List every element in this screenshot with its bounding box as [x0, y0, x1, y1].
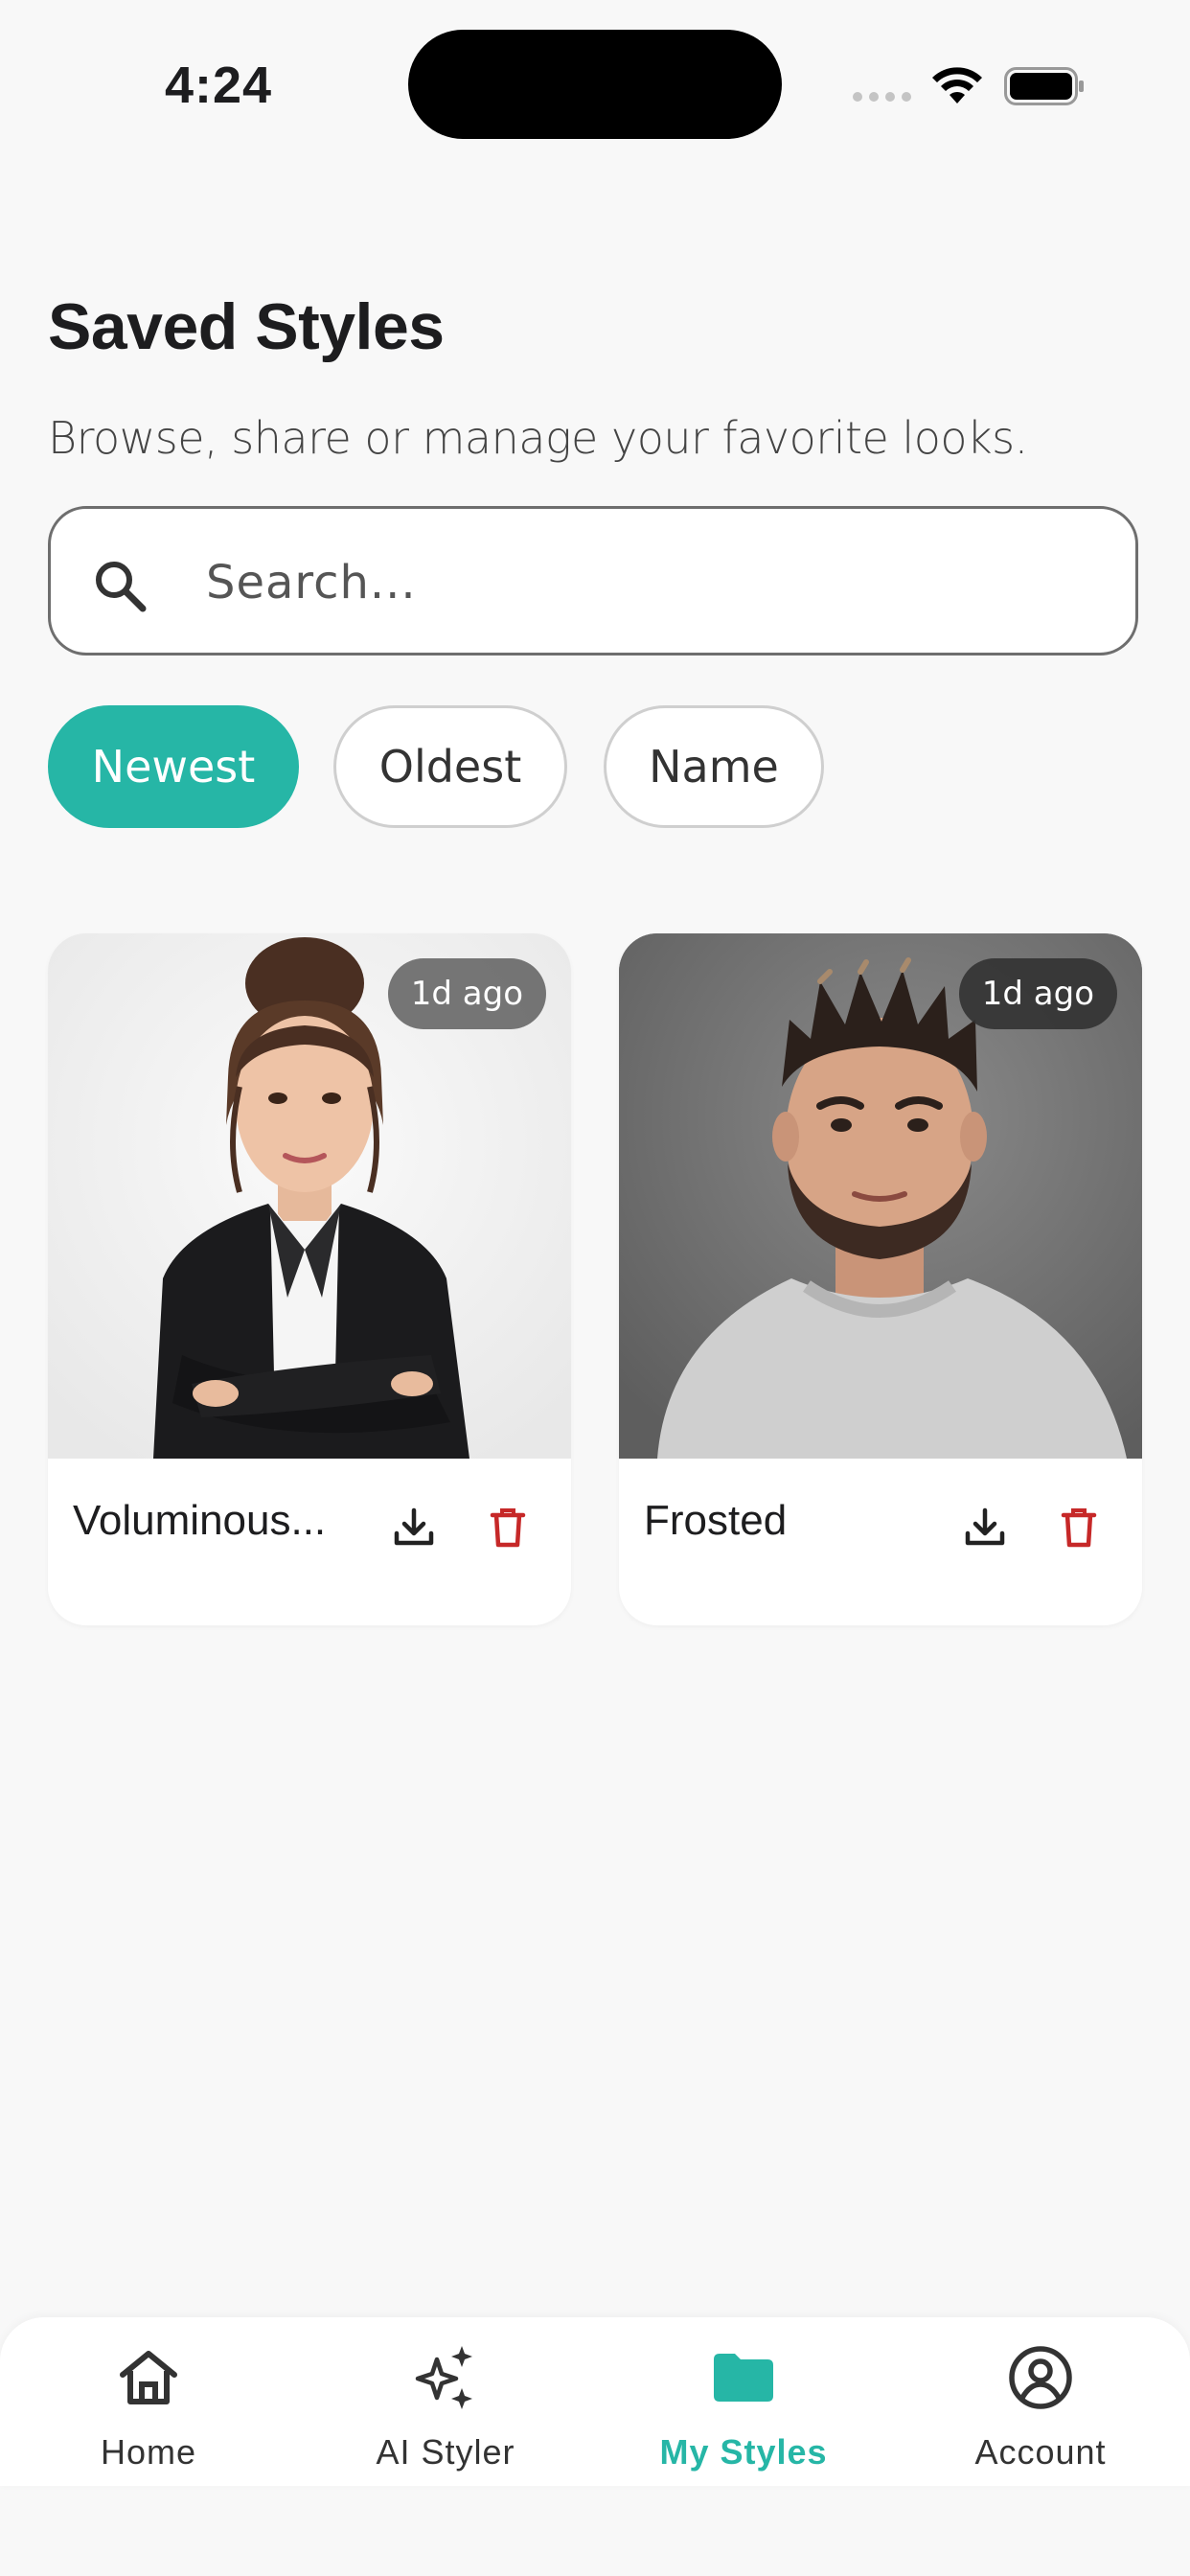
trash-icon	[490, 1508, 526, 1548]
time-ago-badge: 1d ago	[387, 958, 546, 1029]
nav-item-ai-styler[interactable]: AI Styler	[297, 2317, 594, 2486]
folder-icon	[714, 2354, 773, 2402]
bottom-navigation: Home AI Styler My Styles Account	[0, 2317, 1190, 2486]
style-name: Voluminous...	[73, 1497, 327, 1544]
filter-chip-label: Oldest	[378, 741, 522, 793]
download-icon	[965, 1507, 1005, 1546]
time-ago-badge: 1d ago	[958, 958, 1117, 1029]
style-name: Frosted	[644, 1497, 788, 1544]
download-icon	[394, 1507, 434, 1546]
status-bar: 4:24	[0, 0, 1190, 172]
battery-icon	[1004, 67, 1084, 105]
trash-icon	[1061, 1508, 1097, 1548]
search-input[interactable]	[204, 547, 1070, 618]
style-photo[interactable]: 1d ago	[619, 933, 1142, 1459]
nav-label: Account	[974, 2432, 1107, 2472]
page-subtitle: Browse, share or manage your favorite lo…	[48, 412, 1028, 464]
filter-chip-label: Newest	[91, 741, 256, 793]
filter-chip-newest[interactable]: Newest	[48, 705, 299, 828]
home-icon	[120, 2351, 177, 2404]
nav-label: AI Styler	[376, 2432, 515, 2472]
nav-label: My Styles	[659, 2432, 828, 2472]
nav-label: Home	[100, 2432, 197, 2472]
nav-item-account[interactable]: Account	[892, 2317, 1189, 2486]
nav-item-my-styles[interactable]: My Styles	[595, 2317, 892, 2486]
nav-item-home[interactable]: Home	[0, 2317, 297, 2486]
page-title: Saved Styles	[48, 290, 445, 363]
filter-chip-label: Name	[649, 741, 779, 793]
status-time: 4:24	[165, 57, 273, 114]
download-button[interactable]	[378, 1491, 450, 1564]
cellular-signal-icon	[853, 92, 912, 104]
account-icon	[1009, 2346, 1072, 2409]
delete-button[interactable]	[1042, 1491, 1115, 1564]
style-card[interactable]: 1d ago Voluminous...	[48, 933, 571, 1625]
sparkles-icon	[415, 2346, 472, 2409]
delete-button[interactable]	[471, 1491, 544, 1564]
style-card[interactable]: 1d ago Frosted	[619, 933, 1142, 1625]
search-icon	[96, 562, 147, 612]
wifi-icon	[932, 67, 982, 104]
dynamic-island	[408, 30, 782, 139]
search-bar[interactable]	[48, 506, 1138, 656]
filter-chip-oldest[interactable]: Oldest	[333, 705, 567, 828]
filter-chip-name[interactable]: Name	[604, 705, 824, 828]
style-photo[interactable]: 1d ago	[48, 933, 571, 1459]
download-button[interactable]	[949, 1491, 1021, 1564]
